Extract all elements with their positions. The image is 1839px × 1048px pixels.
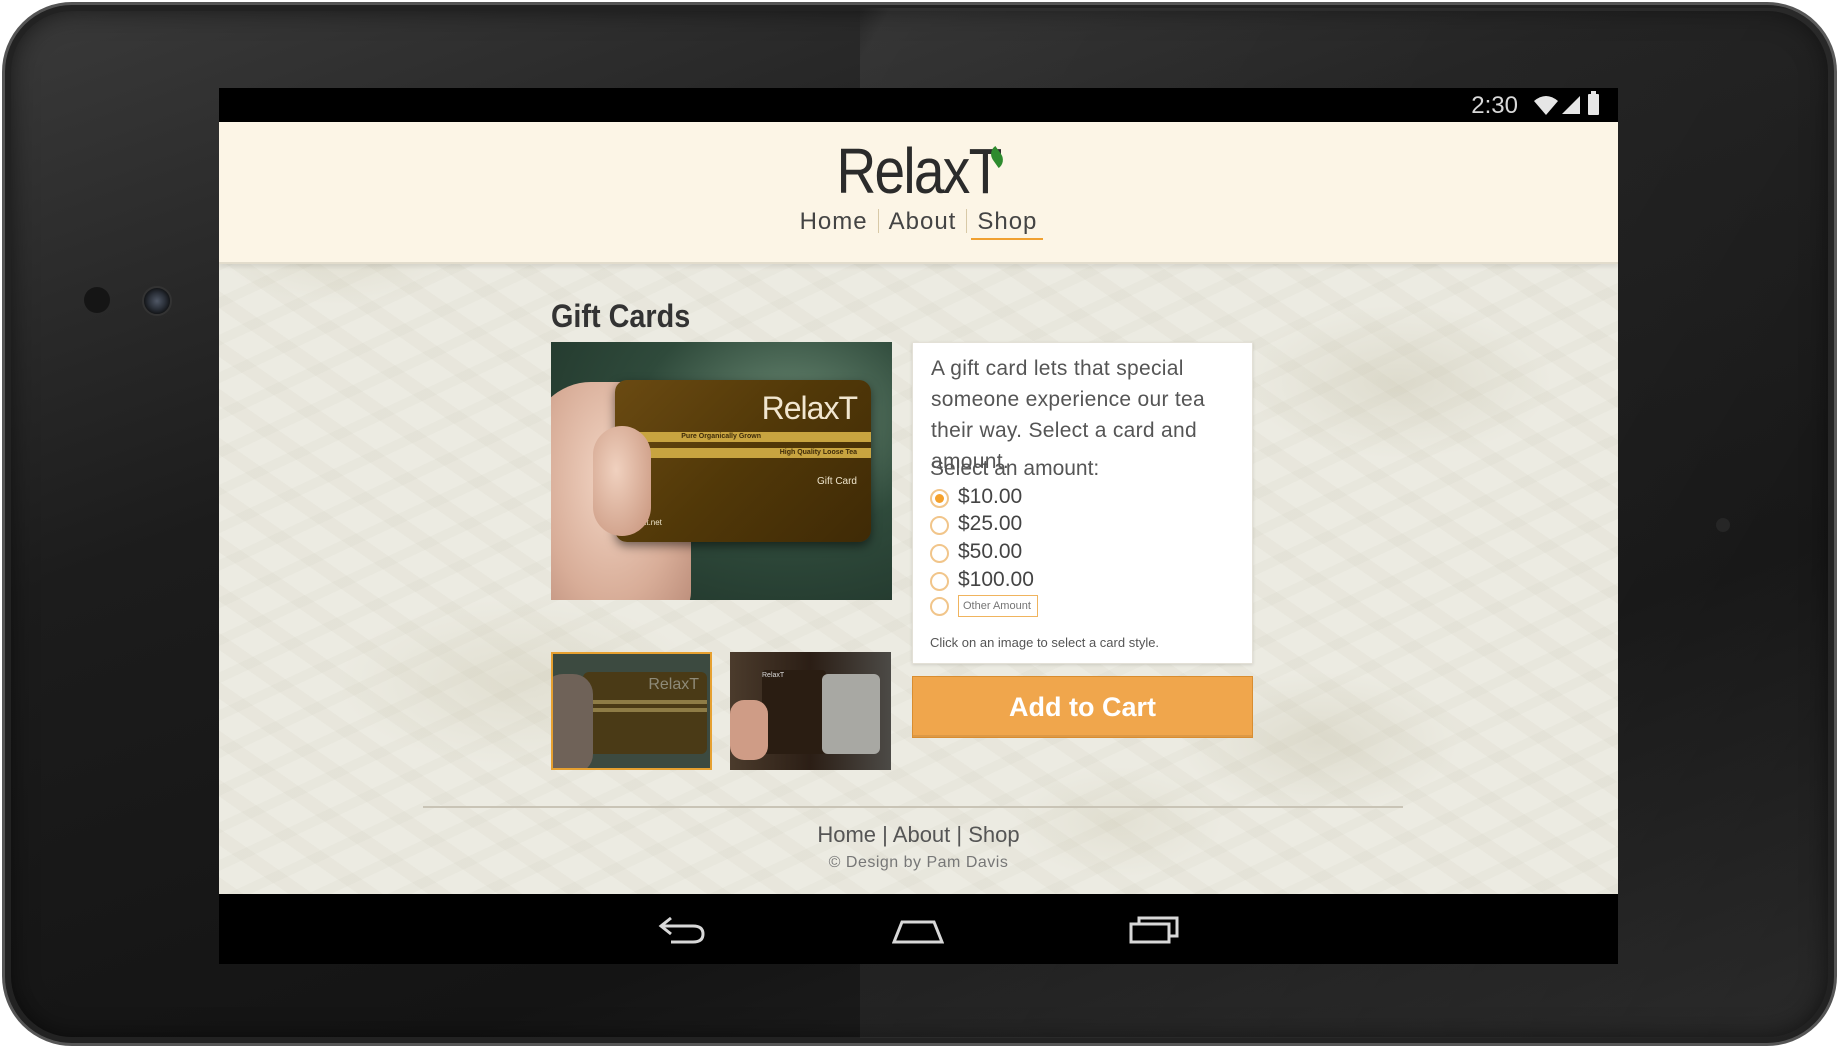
amount-option-10[interactable]: $10.00 xyxy=(930,485,1130,513)
page-title: Gift Cards xyxy=(551,298,691,334)
card-stripe: High Quality Loose Tea xyxy=(615,448,871,458)
radio-button[interactable] xyxy=(930,544,949,563)
amount-option-50[interactable]: $50.00 xyxy=(930,540,1130,568)
battery-icon xyxy=(1588,91,1599,115)
amount-label: Select an amount: xyxy=(930,457,1100,480)
card-style-hint: Click on an image to select a card style… xyxy=(930,635,1160,650)
thumbnail-hand xyxy=(730,700,768,760)
footer-nav-shop[interactable]: Shop xyxy=(968,822,1019,847)
back-icon[interactable] xyxy=(657,912,709,946)
card-style-thumbnail-2[interactable]: RelaxT xyxy=(730,652,891,770)
thumbnail-hand xyxy=(553,674,593,768)
thumbnail-stripe xyxy=(583,700,707,704)
gift-card-main-image: RelaxT Pure Organically Grown High Quali… xyxy=(551,342,892,600)
thumbnail-photo xyxy=(822,674,880,754)
radio-button[interactable] xyxy=(930,489,949,508)
card-line-2: High Quality Loose Tea xyxy=(779,449,857,456)
gift-card-graphic: RelaxT Pure Organically Grown High Quali… xyxy=(615,380,871,542)
amount-option-label: $10.00 xyxy=(958,485,1023,508)
front-camera xyxy=(142,286,172,316)
proximity-sensor xyxy=(84,287,110,313)
nav-divider xyxy=(877,209,879,233)
web-page: RelaxT Home About Shop Gift Cards RelaxT P… xyxy=(219,122,1618,894)
home-icon[interactable] xyxy=(892,912,944,946)
status-bar: 2:30 xyxy=(219,88,1618,122)
nav-shop[interactable]: Shop xyxy=(971,208,1044,240)
footer-credit: © Design by Pam Davis xyxy=(828,854,1009,871)
site-logo[interactable]: RelaxT xyxy=(317,134,1520,208)
nav-about[interactable]: About xyxy=(883,208,963,236)
thumbnail-card xyxy=(762,670,826,754)
card-label: Gift Card xyxy=(816,476,857,487)
signal-icon xyxy=(1562,96,1580,114)
footer-divider xyxy=(423,806,1403,808)
thumbnail-logo: RelaxT xyxy=(762,672,785,679)
amount-option-label: $25.00 xyxy=(958,512,1023,535)
footer-nav-about[interactable]: About xyxy=(893,822,951,847)
main-nav: Home About Shop xyxy=(219,208,1618,240)
card-style-thumbnail-1[interactable]: RelaxT xyxy=(551,652,712,770)
radio-button[interactable] xyxy=(930,516,949,535)
card-logo: RelaxT xyxy=(761,390,858,426)
status-time: 2:30 xyxy=(1471,92,1518,119)
footer-separator: | xyxy=(882,822,888,847)
footer-nav: Home | About | Shop xyxy=(219,822,1618,848)
thumb-image xyxy=(593,426,651,536)
thumbnail-card: RelaxT xyxy=(583,672,707,754)
thumbnail-logo: RelaxT xyxy=(648,676,699,693)
card-stripe: Pure Organically Grown xyxy=(615,432,871,442)
ambient-sensor xyxy=(1716,518,1730,532)
recent-apps-icon[interactable] xyxy=(1129,912,1181,946)
screen: 2:30 RelaxT Home About Shop Gift Cards Rel… xyxy=(219,88,1618,964)
other-amount-input[interactable] xyxy=(958,595,1038,617)
card-line-1: Pure Organically Grown xyxy=(681,433,761,440)
site-header: RelaxT Home About Shop xyxy=(219,122,1618,264)
thumbnail-stripe xyxy=(583,708,707,712)
amount-option-25[interactable]: $25.00 xyxy=(930,512,1130,540)
footer-separator: | xyxy=(956,822,963,847)
amount-option-label: $50.00 xyxy=(958,540,1023,563)
footer-nav-home[interactable]: Home xyxy=(817,822,876,847)
nav-home[interactable]: Home xyxy=(794,208,874,236)
amount-option-label: $100.00 xyxy=(958,568,1034,591)
android-navigation-bar xyxy=(219,894,1618,964)
wifi-icon xyxy=(1534,96,1558,115)
nav-divider xyxy=(966,209,968,233)
purchase-options-panel: A gift card lets that special someone ex… xyxy=(912,342,1253,664)
amount-option-other[interactable] xyxy=(930,593,1130,621)
amount-option-100[interactable]: $100.00 xyxy=(930,568,1130,596)
add-to-cart-button[interactable]: Add to Cart xyxy=(912,676,1253,738)
radio-button[interactable] xyxy=(930,572,949,591)
radio-button[interactable] xyxy=(930,597,949,616)
